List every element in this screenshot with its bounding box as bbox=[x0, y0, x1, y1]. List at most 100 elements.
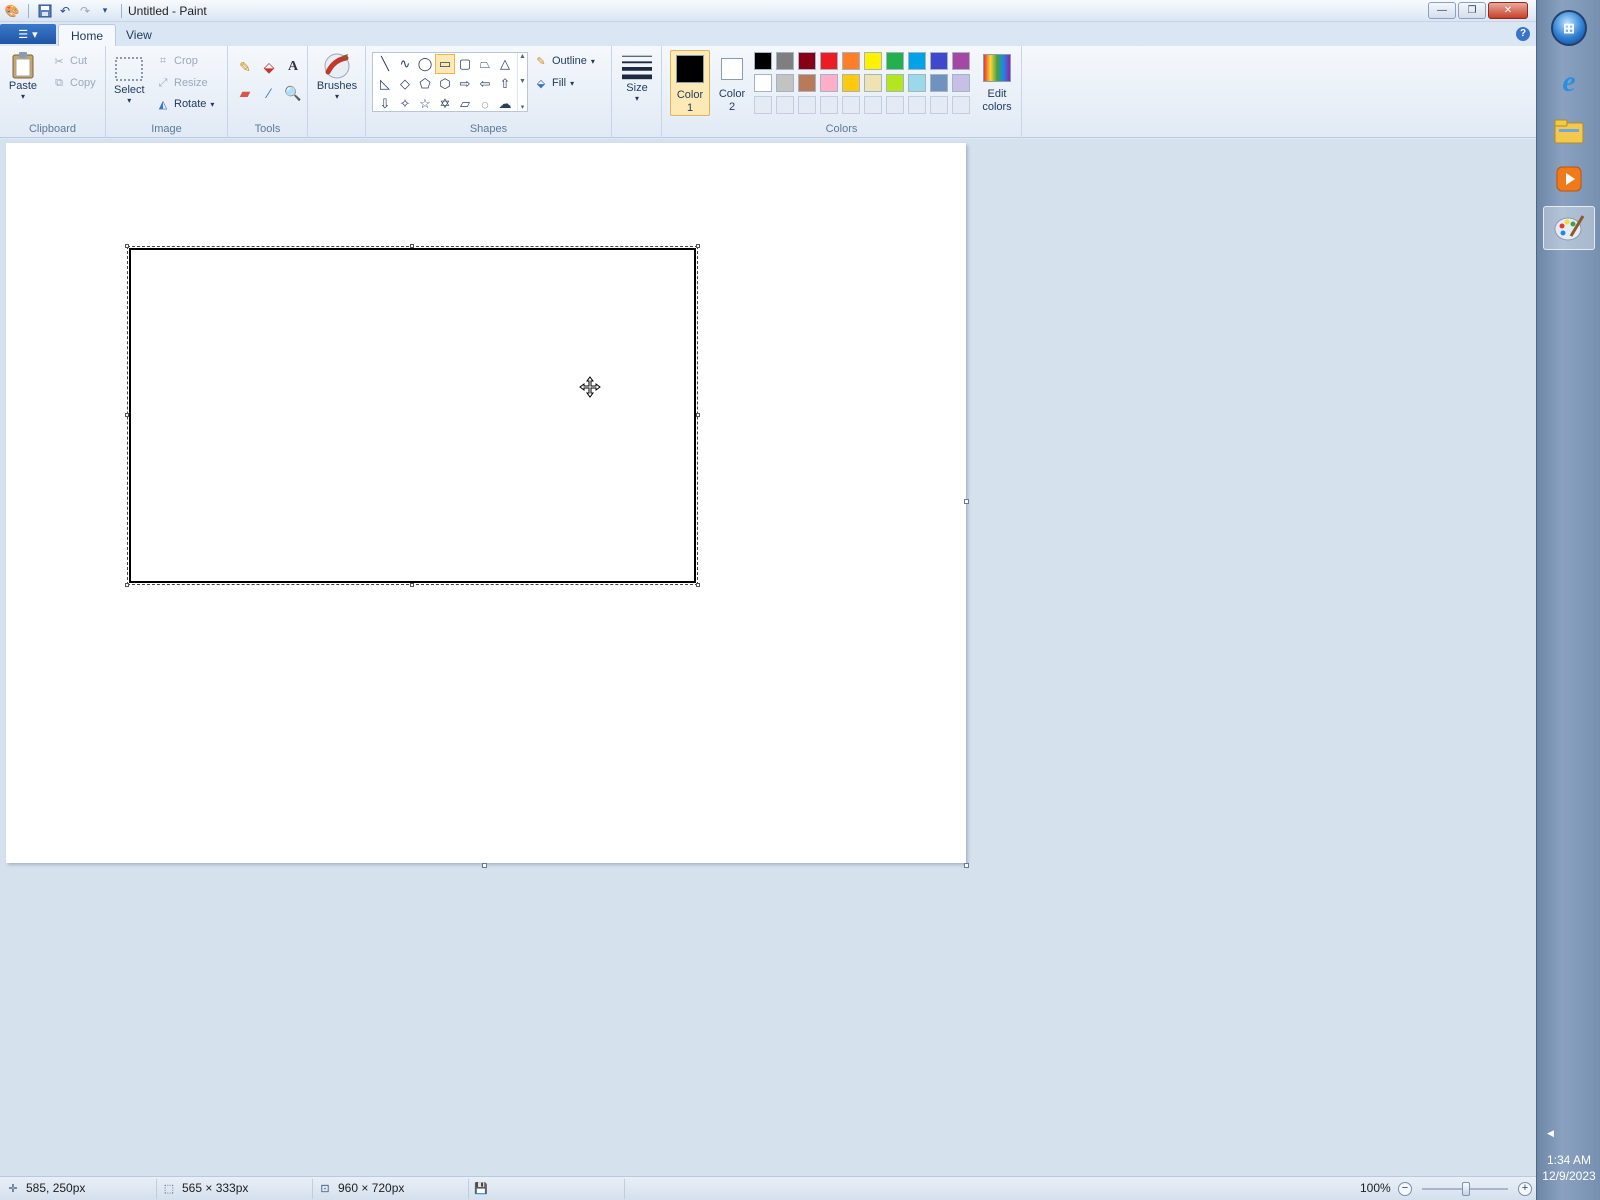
paste-button[interactable]: Paste ▾ bbox=[8, 50, 38, 101]
right-arrow-shape-icon[interactable]: ⇨ bbox=[455, 74, 475, 94]
down-arrow-shape-icon[interactable]: ⇩ bbox=[375, 94, 395, 114]
text-icon[interactable]: A bbox=[282, 56, 304, 78]
taskbar-media-player[interactable] bbox=[1543, 158, 1595, 202]
oval-shape-icon[interactable]: ◯ bbox=[415, 54, 435, 74]
palette-swatch[interactable] bbox=[798, 74, 816, 92]
palette-swatch[interactable] bbox=[776, 74, 794, 92]
palette-swatch-empty[interactable] bbox=[820, 96, 838, 114]
size-button[interactable]: Size ▾ bbox=[618, 52, 656, 103]
palette-swatch[interactable] bbox=[776, 52, 794, 70]
palette-swatch-empty[interactable] bbox=[864, 96, 882, 114]
cut-button[interactable]: ✂ Cut bbox=[52, 54, 87, 68]
canvas-resize-handle-right[interactable] bbox=[964, 499, 969, 504]
palette-swatch[interactable] bbox=[842, 52, 860, 70]
minimize-button[interactable]: — bbox=[1428, 2, 1456, 19]
five-point-star-shape-icon[interactable]: ☆ bbox=[415, 94, 435, 114]
shape-selection-box[interactable] bbox=[125, 244, 700, 587]
drawing-canvas[interactable] bbox=[6, 143, 966, 863]
palette-swatch-empty[interactable] bbox=[754, 96, 772, 114]
copy-button[interactable]: ⧉ Copy bbox=[52, 76, 96, 90]
system-clock[interactable]: 1:34 AM 12/9/2023 bbox=[1537, 1152, 1600, 1184]
cloud-callout-shape-icon[interactable]: ☁ bbox=[495, 94, 515, 114]
palette-swatch[interactable] bbox=[886, 52, 904, 70]
rectangle-shape-icon[interactable]: ▭ bbox=[435, 54, 455, 74]
fill-button[interactable]: ⬙ Fill ▾ bbox=[534, 76, 574, 90]
palette-swatch[interactable] bbox=[908, 74, 926, 92]
palette-swatch[interactable] bbox=[842, 74, 860, 92]
taskbar-internet-explorer[interactable]: e bbox=[1543, 60, 1595, 104]
palette-swatch-empty[interactable] bbox=[886, 96, 904, 114]
palette-swatch[interactable] bbox=[864, 52, 882, 70]
color-picker-icon[interactable]: ⁄ bbox=[258, 82, 280, 104]
resize-button[interactable]: ⤢ Resize bbox=[156, 76, 208, 90]
resize-handle[interactable] bbox=[125, 583, 129, 587]
start-button[interactable]: ⊞ bbox=[1543, 6, 1595, 50]
palette-swatch[interactable] bbox=[908, 52, 926, 70]
palette-swatch[interactable] bbox=[798, 52, 816, 70]
undo-icon[interactable]: ↶ bbox=[57, 3, 73, 19]
palette-swatch-empty[interactable] bbox=[798, 96, 816, 114]
resize-handle[interactable] bbox=[125, 244, 129, 248]
scroll-down-icon[interactable]: ▼ bbox=[519, 78, 526, 85]
left-arrow-shape-icon[interactable]: ⇦ bbox=[475, 74, 495, 94]
palette-swatch[interactable] bbox=[820, 74, 838, 92]
rounded-rectangle-shape-icon[interactable]: ▢ bbox=[455, 54, 475, 74]
help-icon[interactable]: ? bbox=[1516, 27, 1530, 41]
right-triangle-shape-icon[interactable]: ◺ bbox=[375, 74, 395, 94]
crop-button[interactable]: ⌗ Crop bbox=[156, 54, 198, 68]
zoom-out-button[interactable]: − bbox=[1398, 1182, 1412, 1196]
close-button[interactable]: ✕ bbox=[1488, 2, 1528, 19]
palette-swatch-empty[interactable] bbox=[776, 96, 794, 114]
show-hidden-icons-icon[interactable]: ◀ bbox=[1547, 1128, 1554, 1139]
scroll-up-icon[interactable]: ▲ bbox=[519, 53, 526, 60]
palette-swatch-empty[interactable] bbox=[908, 96, 926, 114]
palette-swatch[interactable] bbox=[930, 52, 948, 70]
taskbar-windows-explorer[interactable] bbox=[1543, 110, 1595, 154]
pentagon-shape-icon[interactable]: ⬠ bbox=[415, 74, 435, 94]
pencil-icon[interactable]: ✎ bbox=[234, 56, 256, 78]
paint-app-icon[interactable]: 🎨 bbox=[4, 3, 20, 19]
rotate-button[interactable]: ◭ Rotate ▾ bbox=[156, 97, 215, 111]
select-button[interactable]: Select ▾ bbox=[114, 54, 145, 105]
palette-swatch-empty[interactable] bbox=[930, 96, 948, 114]
taskbar-paint[interactable] bbox=[1543, 206, 1595, 250]
expand-icon[interactable]: ▾ bbox=[521, 103, 525, 111]
zoom-in-button[interactable]: + bbox=[1518, 1182, 1532, 1196]
resize-handle[interactable] bbox=[125, 413, 129, 417]
restore-button[interactable]: ❐ bbox=[1458, 2, 1486, 19]
redo-icon[interactable]: ↷ bbox=[77, 3, 93, 19]
palette-swatch[interactable] bbox=[754, 74, 772, 92]
palette-swatch[interactable] bbox=[930, 74, 948, 92]
color2-button[interactable]: Color 2 bbox=[712, 50, 752, 116]
tab-view[interactable]: View bbox=[114, 24, 164, 46]
curve-shape-icon[interactable]: ∿ bbox=[395, 54, 415, 74]
resize-handle[interactable] bbox=[410, 583, 414, 587]
rounded-callout-shape-icon[interactable]: ▱ bbox=[455, 94, 475, 114]
magnifier-icon[interactable]: 🔍 bbox=[282, 82, 304, 104]
six-point-star-shape-icon[interactable]: ✡ bbox=[435, 94, 455, 114]
outline-button[interactable]: ✎ Outline ▾ bbox=[534, 54, 594, 68]
polygon-shape-icon[interactable]: ⏢ bbox=[475, 54, 495, 74]
resize-handle[interactable] bbox=[696, 413, 700, 417]
paint-menu-button[interactable]: ☰ ▾ bbox=[0, 24, 56, 44]
oval-callout-shape-icon[interactable]: ◌ bbox=[475, 94, 495, 114]
palette-swatch[interactable] bbox=[864, 74, 882, 92]
shapes-scrollbar[interactable]: ▲ ▼ ▾ bbox=[517, 53, 527, 111]
palette-swatch-empty[interactable] bbox=[952, 96, 970, 114]
fill-icon[interactable]: ⬙ bbox=[258, 56, 280, 78]
palette-swatch[interactable] bbox=[754, 52, 772, 70]
four-point-star-shape-icon[interactable]: ✧ bbox=[395, 94, 415, 114]
resize-handle[interactable] bbox=[410, 244, 414, 248]
save-icon[interactable] bbox=[37, 3, 53, 19]
palette-swatch[interactable] bbox=[952, 74, 970, 92]
hexagon-shape-icon[interactable]: ⬡ bbox=[435, 74, 455, 94]
resize-handle[interactable] bbox=[696, 583, 700, 587]
palette-swatch[interactable] bbox=[952, 52, 970, 70]
up-arrow-shape-icon[interactable]: ⇧ bbox=[495, 74, 515, 94]
zoom-slider-thumb[interactable] bbox=[1462, 1182, 1470, 1196]
resize-handle[interactable] bbox=[696, 244, 700, 248]
edit-colors-button[interactable]: Edit colors bbox=[974, 50, 1020, 116]
brushes-button[interactable]: Brushes ▾ bbox=[312, 50, 362, 101]
tab-home[interactable]: Home bbox=[58, 24, 117, 46]
palette-swatch-empty[interactable] bbox=[842, 96, 860, 114]
